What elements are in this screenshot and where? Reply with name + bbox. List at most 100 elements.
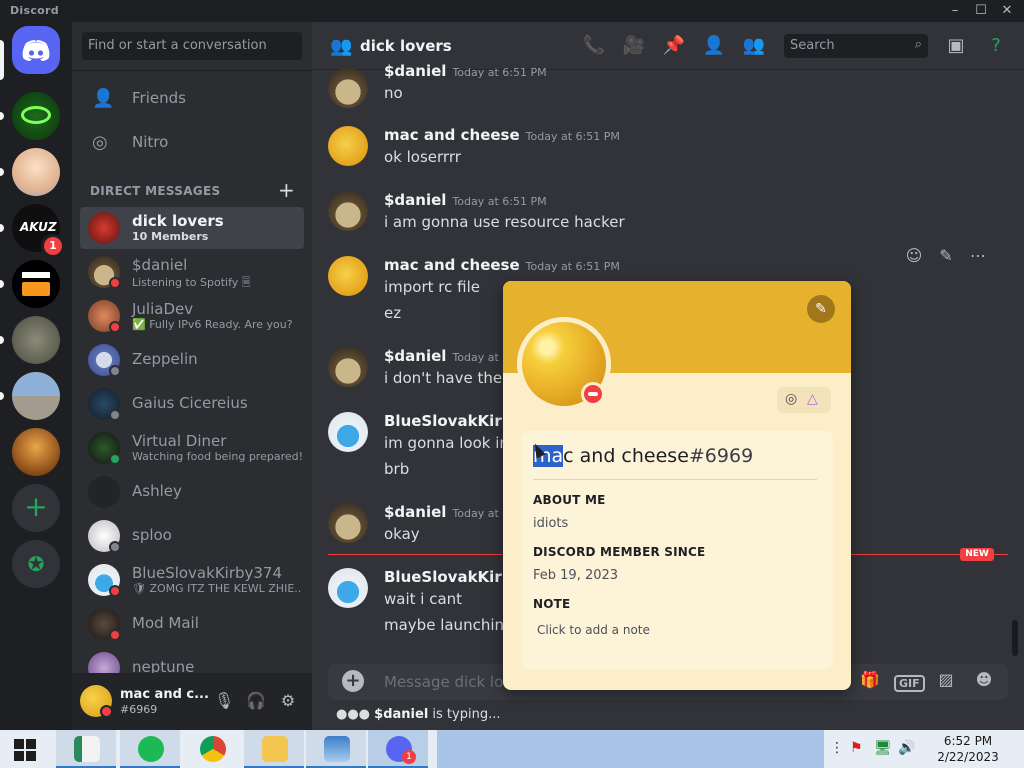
- taskbar-app-spotify[interactable]: [120, 730, 180, 768]
- dm-item-virtual-diner[interactable]: Virtual Diner Watching food being prepar…: [80, 427, 304, 469]
- member-since-heading: DISCORD MEMBER SINCE: [533, 545, 706, 559]
- emoji-icon[interactable]: ☻: [972, 670, 996, 694]
- dm-subtitle: Watching food being prepared!: [132, 450, 302, 463]
- author-name[interactable]: $daniel: [384, 191, 446, 209]
- minimize-button[interactable]: –: [942, 2, 968, 20]
- message-text: i am gonna use resource hacker: [384, 213, 625, 231]
- explore-servers-icon[interactable]: ✪: [12, 540, 60, 588]
- nav-nitro[interactable]: ◎ Nitro: [80, 122, 304, 164]
- avatar[interactable]: [328, 256, 368, 296]
- profile-username[interactable]: mac and cheese#6969: [533, 445, 753, 467]
- taskbar-app-chrome[interactable]: [182, 730, 242, 768]
- akuz-mention-badge: 1: [41, 234, 65, 258]
- dm-item-dick-lovers[interactable]: dick lovers 10 Members: [80, 207, 304, 249]
- dm-item-mod-mail[interactable]: Mod Mail: [80, 603, 304, 645]
- more-options-icon[interactable]: ⋯: [966, 246, 990, 270]
- headphones-icon[interactable]: 🎧: [246, 691, 266, 711]
- unread-pill: [0, 336, 4, 344]
- microphone-icon[interactable]: 🎙: [214, 691, 234, 711]
- avatar[interactable]: [328, 503, 368, 543]
- author-name[interactable]: mac and cheese: [384, 126, 520, 144]
- dm-item-zeppelin[interactable]: Zeppelin: [80, 339, 304, 381]
- author-name[interactable]: $daniel: [384, 503, 446, 521]
- taskbar-app-discord[interactable]: 1: [368, 730, 428, 768]
- taskbar-app-monitor[interactable]: [306, 730, 366, 768]
- network-icon[interactable]: 🖥: [874, 740, 892, 756]
- unread-pill: [0, 280, 4, 288]
- typing-user: $daniel: [374, 707, 429, 722]
- unread-pill: [0, 392, 4, 400]
- about-text: idiots: [533, 516, 569, 531]
- avatar[interactable]: [328, 568, 368, 608]
- nitro-badge-icon[interactable]: ◎: [785, 391, 797, 407]
- composer-placeholder: Message dick love: [384, 673, 522, 691]
- maximize-button[interactable]: ☐: [968, 2, 994, 20]
- edit-profile-icon[interactable]: ✎: [807, 295, 835, 323]
- sticker-icon[interactable]: ▨: [934, 670, 958, 694]
- dm-name: $daniel: [132, 256, 188, 274]
- inbox-icon[interactable]: ▣: [944, 35, 968, 59]
- note-input[interactable]: Click to add a note: [537, 623, 650, 637]
- taskbar-app-notepad[interactable]: [56, 730, 116, 768]
- avatar[interactable]: [328, 126, 368, 166]
- timestamp: Today at 6:51 PM: [452, 66, 547, 79]
- author-name[interactable]: mac and cheese: [384, 256, 520, 274]
- server-peter[interactable]: [12, 148, 60, 196]
- avatar[interactable]: [328, 191, 368, 231]
- status-online-icon: [109, 453, 121, 465]
- dm-item-sploo[interactable]: sploo: [80, 515, 304, 557]
- dm-item-neptune[interactable]: neptune: [80, 647, 304, 673]
- add-server-button[interactable]: +: [12, 484, 60, 532]
- gif-button[interactable]: GIF: [894, 672, 925, 696]
- message-text: ok loserrrr: [384, 148, 461, 166]
- pinned-messages-icon[interactable]: 📌: [662, 35, 686, 59]
- volume-icon[interactable]: 🔊: [898, 740, 915, 756]
- gift-icon[interactable]: 🎁: [858, 670, 882, 694]
- avatar[interactable]: [328, 412, 368, 452]
- search-placeholder: Search: [790, 38, 835, 53]
- flag-icon[interactable]: ⚑: [850, 740, 863, 756]
- add-friends-icon[interactable]: 👤: [702, 35, 726, 59]
- server-virtual-diner[interactable]: [12, 428, 60, 476]
- dm-name: sploo: [132, 526, 172, 544]
- help-icon[interactable]: ?: [984, 35, 1008, 59]
- dm-item-juliadev[interactable]: JuliaDev ✅ Fully IPv6 Ready. Are you?: [80, 295, 304, 337]
- discord-logo-icon: [22, 40, 50, 61]
- dm-name: Ashley: [132, 482, 182, 500]
- attach-plus-icon[interactable]: +: [342, 670, 364, 692]
- conversation-search-input[interactable]: Find or start a conversation: [82, 32, 302, 60]
- settings-gear-icon[interactable]: ⚙: [278, 691, 298, 711]
- dm-item-blueslovakkirby[interactable]: BlueSlovakKirby374 🛡 ZOMG ITZ THE KEWL Z…: [80, 559, 304, 601]
- nav-friends[interactable]: 👤 Friends: [80, 78, 304, 120]
- edit-pencil-icon[interactable]: ✎: [934, 246, 958, 270]
- dm-item-daniel[interactable]: $daniel Listening to Spotify 🗏: [80, 251, 304, 293]
- windows-start-icon[interactable]: [14, 739, 36, 761]
- timestamp: Today at 6:51 PM: [525, 130, 620, 143]
- server-orange[interactable]: [12, 260, 60, 308]
- member-list-icon[interactable]: 👥: [742, 35, 766, 59]
- server-soldier[interactable]: [12, 316, 60, 364]
- close-button[interactable]: ✕: [994, 2, 1020, 20]
- system-clock[interactable]: 6:52 PM 2/22/2023: [928, 733, 1008, 765]
- dm-item-ashley[interactable]: Ashley: [80, 471, 304, 513]
- hypesquad-badge-icon[interactable]: △: [807, 391, 818, 407]
- create-dm-button[interactable]: +: [278, 178, 295, 202]
- dm-item-gaius[interactable]: Gaius Cicereius: [80, 383, 304, 425]
- add-reaction-icon[interactable]: ☺: [902, 246, 926, 270]
- home-button[interactable]: [12, 26, 60, 74]
- voice-call-icon[interactable]: 📞: [582, 35, 606, 59]
- chat-search-input[interactable]: Search ⌕: [784, 34, 928, 58]
- message-text: wait i cant: [384, 590, 463, 608]
- server-trollface[interactable]: [12, 92, 60, 140]
- avatar[interactable]: [328, 68, 368, 108]
- avatar[interactable]: [328, 347, 368, 387]
- video-call-icon[interactable]: 🎥: [622, 35, 646, 59]
- server-building[interactable]: [12, 372, 60, 420]
- dm-subtitle: 10 Members: [132, 230, 209, 243]
- message-author: mac and cheese Today at 6:51 PM: [384, 256, 620, 274]
- scrollbar-thumb[interactable]: [1012, 620, 1018, 656]
- taskbar-app-explorer[interactable]: [244, 730, 304, 768]
- author-name[interactable]: $daniel: [384, 62, 446, 80]
- overflow-dots-icon[interactable]: ⋮: [830, 740, 844, 756]
- author-name[interactable]: $daniel: [384, 347, 446, 365]
